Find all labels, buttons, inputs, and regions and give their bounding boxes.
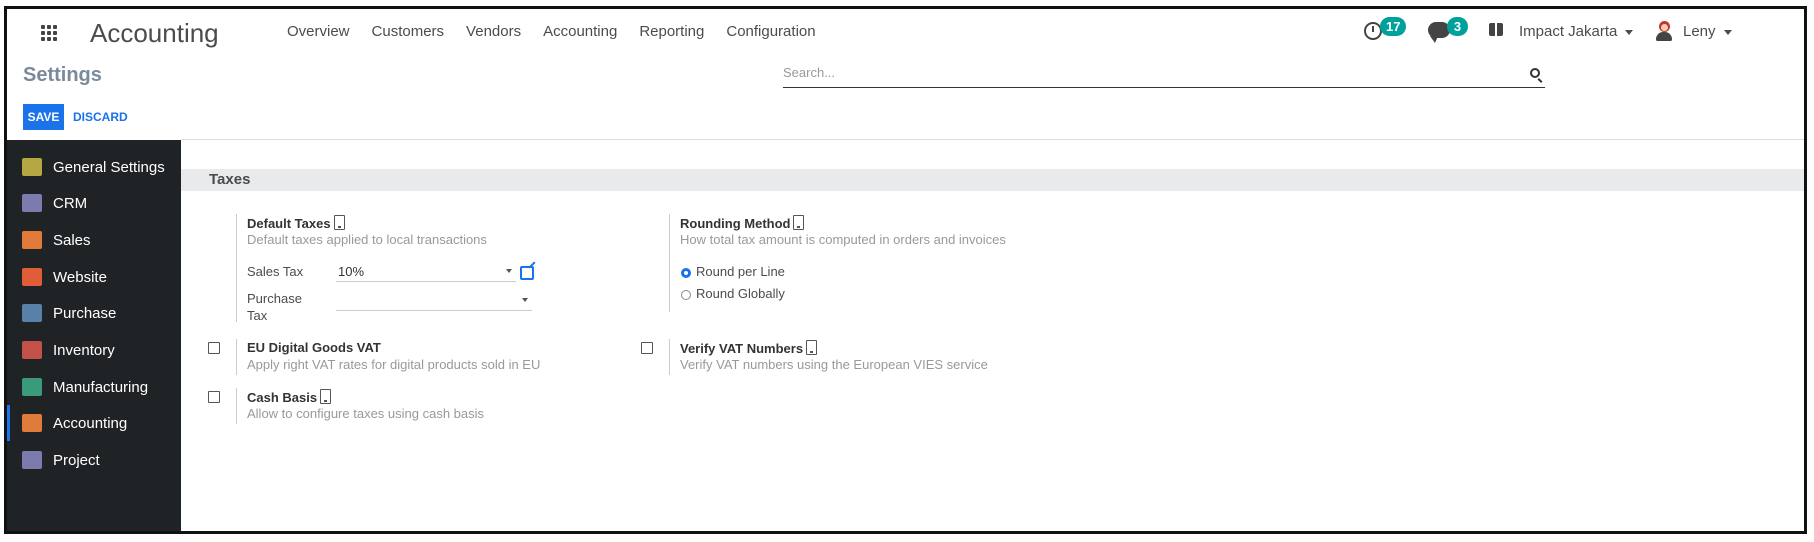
- divider: [236, 339, 237, 375]
- radio-label[interactable]: Round per Line: [696, 264, 785, 279]
- caret-down-icon: [1625, 29, 1634, 35]
- setting-title: EU Digital Goods VAT: [247, 340, 381, 355]
- main-menu: Overview Customers Vendors Accounting Re…: [287, 23, 816, 40]
- round-per-line-radio[interactable]: [681, 268, 691, 278]
- puzzle-icon: [22, 451, 42, 469]
- search-input[interactable]: Search...: [783, 61, 1545, 88]
- sidebar-item-label: Inventory: [53, 341, 115, 359]
- sidebar-item-accounting[interactable]: Accounting: [7, 405, 181, 441]
- sales-tax-label: Sales Tax: [247, 264, 304, 279]
- setting-title: Cash Basis: [247, 390, 318, 405]
- section-title: Taxes: [209, 171, 251, 188]
- divider: [181, 139, 1804, 140]
- purchase-tax-select[interactable]: [336, 291, 532, 311]
- purchase-tax-label: Tax: [247, 308, 268, 323]
- user-avatar[interactable]: [1655, 21, 1673, 41]
- setting-description: How total tax amount is computed in orde…: [680, 232, 1006, 247]
- menu-customers[interactable]: Customers: [372, 23, 445, 40]
- round-globally-radio[interactable]: [681, 290, 691, 300]
- setting-description: Default taxes applied to local transacti…: [247, 232, 487, 247]
- handshake-icon: [22, 194, 42, 212]
- menu-accounting[interactable]: Accounting: [543, 23, 617, 40]
- radio-label[interactable]: Round Globally: [696, 286, 785, 301]
- company-name: Impact Jakarta: [1519, 23, 1618, 40]
- setting-description: Verify VAT numbers using the European VI…: [680, 357, 988, 372]
- setting-title: Verify VAT Numbers: [680, 341, 804, 356]
- sales-tax-select[interactable]: 10%: [336, 262, 516, 282]
- discard-button[interactable]: DISCARD: [73, 104, 128, 130]
- setting-description: Allow to configure taxes using cash basi…: [247, 406, 485, 421]
- company-switcher[interactable]: Impact Jakarta: [1519, 23, 1634, 40]
- save-button[interactable]: SAVE: [23, 104, 64, 130]
- verify-vat-numbers-checkbox[interactable]: [641, 342, 653, 354]
- card-icon: [22, 304, 42, 322]
- external-link-icon[interactable]: [520, 266, 534, 280]
- apps-menu-icon[interactable]: [41, 25, 57, 41]
- sidebar-item-label: General Settings: [53, 158, 165, 176]
- chevron-down-icon: [506, 269, 512, 273]
- sidebar-item-sales[interactable]: Sales: [7, 222, 181, 258]
- invoice-icon: [22, 414, 42, 432]
- top-navbar: Accounting Overview Customers Vendors Ac…: [7, 9, 1804, 59]
- sidebar-item-project[interactable]: Project: [7, 442, 181, 478]
- chart-icon: [22, 231, 42, 249]
- eu-digital-goods-vat-checkbox[interactable]: [208, 342, 220, 354]
- sidebar-item-label: Project: [53, 451, 100, 469]
- settings-sidebar: General Settings CRM Sales Website Purch…: [7, 140, 181, 531]
- user-menu[interactable]: Leny: [1683, 23, 1732, 40]
- sidebar-item-website[interactable]: Website: [7, 259, 181, 295]
- chevron-down-icon: [522, 298, 528, 302]
- sidebar-item-label: Website: [53, 268, 107, 286]
- setting-description: Apply right VAT rates for digital produc…: [247, 357, 541, 372]
- sidebar-item-purchase[interactable]: Purchase: [7, 295, 181, 331]
- message-count-badge: 3: [1447, 17, 1468, 36]
- search-icon[interactable]: [1530, 68, 1540, 78]
- menu-vendors[interactable]: Vendors: [466, 23, 521, 40]
- select-value: 10%: [338, 264, 365, 279]
- sidebar-item-general-settings[interactable]: General Settings: [7, 149, 181, 185]
- app-window: Accounting Overview Customers Vendors Ac…: [4, 6, 1807, 534]
- search-placeholder: Search...: [783, 65, 836, 80]
- verify-vat-setting: Verify VAT Numbers: [680, 340, 818, 356]
- section-header-taxes: Taxes: [181, 169, 1804, 191]
- document-icon: [333, 215, 345, 230]
- cash-basis-setting: Cash Basis: [247, 389, 332, 405]
- sidebar-item-manufacturing[interactable]: Manufacturing: [7, 369, 181, 405]
- caret-down-icon: [1723, 29, 1732, 35]
- globe-icon: [22, 268, 42, 286]
- sidebar-item-label: Manufacturing: [53, 378, 149, 396]
- sidebar-item-label: CRM: [53, 194, 88, 212]
- document-icon: [806, 340, 818, 355]
- purchase-tax-label: Purchase: [247, 291, 302, 306]
- sidebar-item-crm[interactable]: CRM: [7, 185, 181, 221]
- wrench-icon: [22, 378, 42, 396]
- menu-reporting[interactable]: Reporting: [639, 23, 704, 40]
- sidebar-item-label: Sales: [53, 231, 91, 249]
- rounding-method-setting: Rounding Method: [680, 215, 805, 231]
- cash-basis-checkbox[interactable]: [208, 391, 220, 403]
- user-name: Leny: [1683, 23, 1716, 40]
- divider: [669, 214, 670, 312]
- activity-count-badge: 17: [1380, 17, 1407, 36]
- sidebar-item-label: Accounting: [53, 414, 128, 432]
- divider: [236, 388, 237, 424]
- document-icon: [793, 215, 805, 230]
- page-title: Settings: [23, 64, 102, 86]
- divider: [669, 339, 670, 375]
- document-icon: [320, 389, 332, 404]
- sidebar-item-inventory[interactable]: Inventory: [7, 332, 181, 368]
- gear-icon: [22, 158, 42, 176]
- divider: [236, 214, 237, 322]
- default-taxes-setting: Default Taxes: [247, 215, 345, 231]
- sidebar-item-label: Purchase: [53, 304, 117, 322]
- gift-icon[interactable]: [1489, 20, 1503, 36]
- app-title: Accounting: [90, 18, 219, 48]
- menu-configuration[interactable]: Configuration: [726, 23, 815, 40]
- navbar-systray: 17 3 Impact Jakarta Leny: [1364, 9, 1804, 59]
- setting-title: Default Taxes: [247, 216, 331, 231]
- menu-overview[interactable]: Overview: [287, 23, 350, 40]
- setting-title: Rounding Method: [680, 216, 791, 231]
- box-icon: [22, 341, 42, 359]
